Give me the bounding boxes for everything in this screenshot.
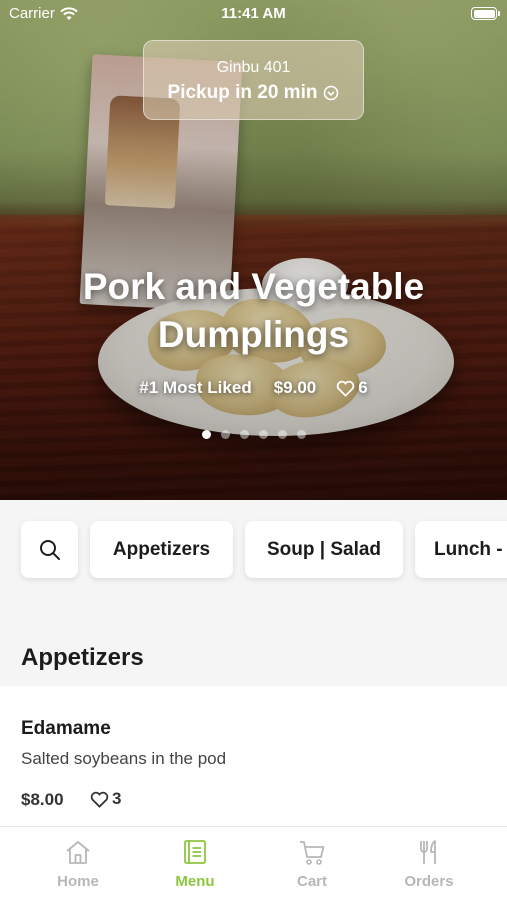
featured-price: $9.00 xyxy=(273,378,317,397)
chevron-down-circle-icon xyxy=(324,85,339,101)
battery-fill xyxy=(473,9,495,18)
featured-likes-count: 6 xyxy=(358,378,368,397)
section-title: Appetizers xyxy=(21,644,144,671)
menu-book-icon xyxy=(184,840,206,864)
featured-item-meta: #1 Most Liked $9.00 6 xyxy=(0,378,507,398)
pickup-selector[interactable]: Ginbu 401 Pickup in 20 min xyxy=(143,40,364,120)
category-chip-appetizers[interactable]: Appetizers xyxy=(90,521,233,578)
carousel-dot[interactable] xyxy=(220,430,230,439)
tab-menu-label: Menu xyxy=(175,873,215,890)
tab-cart[interactable]: Cart xyxy=(262,837,362,890)
carousel-dot[interactable] xyxy=(258,430,268,439)
store-name: Ginbu 401 xyxy=(216,59,291,76)
featured-hero[interactable]: Carrier 11:41 AM Ginbu 401 Pickup in 20 … xyxy=(0,0,507,500)
menu-item-name: Edamame xyxy=(21,718,111,739)
menu-item-likes[interactable]: 3 xyxy=(90,789,121,809)
carousel-dot[interactable] xyxy=(239,430,249,439)
featured-item-title: Pork and Vegetable Dumplings xyxy=(82,266,425,355)
cart-icon xyxy=(300,841,325,865)
menu-item-likes-count: 3 xyxy=(112,789,122,808)
heart-icon xyxy=(337,380,355,397)
tab-bar: Home Menu Cart Orders xyxy=(0,826,507,900)
fork-knife-icon xyxy=(420,840,436,864)
status-bar: Carrier 11:41 AM xyxy=(0,0,507,28)
tab-cart-label: Cart xyxy=(296,873,327,890)
carousel-pagination[interactable] xyxy=(0,430,507,439)
tab-home[interactable]: Home xyxy=(28,837,128,890)
menu-item-card[interactable]: Edamame Salted soybeans in the pod $8.00… xyxy=(0,686,507,826)
home-icon xyxy=(66,841,90,864)
category-chip-soup-salad[interactable]: Soup | Salad xyxy=(245,521,403,578)
tab-orders[interactable]: Orders xyxy=(379,837,479,890)
featured-likes[interactable]: 6 xyxy=(336,378,368,398)
search-icon xyxy=(39,539,60,560)
tab-menu[interactable]: Menu xyxy=(145,837,245,890)
carousel-dot[interactable] xyxy=(296,430,306,439)
pickup-time-label: Pickup in 20 min xyxy=(167,82,318,103)
carousel-dot[interactable] xyxy=(201,430,211,439)
tab-orders-label: Orders xyxy=(404,873,454,890)
tab-home-label: Home xyxy=(57,873,99,890)
clock: 11:41 AM xyxy=(221,5,286,22)
pickup-time: Pickup in 20 min xyxy=(144,82,363,104)
menu-item-description: Salted soybeans in the pod xyxy=(21,749,227,768)
heart-icon xyxy=(90,791,109,808)
category-chip-lunch[interactable]: Lunch - xyxy=(415,521,507,578)
category-bar: Appetizers Soup | Salad Lunch - xyxy=(0,500,507,600)
search-button[interactable] xyxy=(21,521,78,578)
featured-rank: #1 Most Liked xyxy=(139,378,252,397)
menu-item-price: $8.00 xyxy=(21,790,64,809)
carousel-dot[interactable] xyxy=(277,430,287,439)
battery-icon xyxy=(471,7,500,20)
